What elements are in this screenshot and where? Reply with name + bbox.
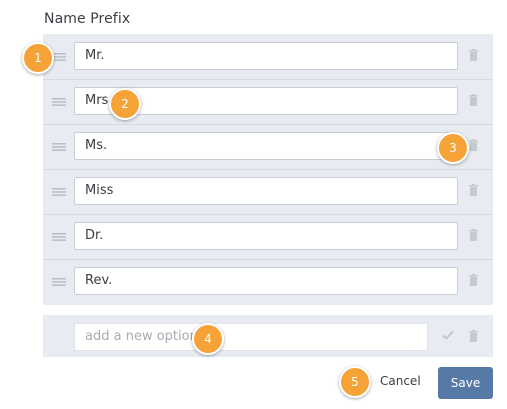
- callout-badge: 1: [22, 42, 54, 74]
- trash-icon[interactable]: [469, 139, 478, 151]
- trash-icon[interactable]: [469, 330, 478, 342]
- drag-handle-icon[interactable]: [52, 98, 66, 106]
- trash-icon[interactable]: [469, 274, 478, 286]
- option-row: Miss: [43, 169, 493, 215]
- callout-badge: 4: [192, 323, 224, 355]
- option-row: Rev.: [43, 259, 493, 304]
- option-input[interactable]: Miss: [74, 177, 458, 205]
- callout-badge: 5: [339, 366, 371, 398]
- new-option-input[interactable]: add a new option: [74, 323, 428, 351]
- option-input[interactable]: Dr.: [74, 222, 458, 250]
- option-row: Mr.: [43, 34, 493, 80]
- option-input[interactable]: Mr.: [74, 42, 458, 70]
- option-input[interactable]: Ms.: [74, 132, 458, 160]
- trash-icon[interactable]: [469, 49, 478, 61]
- new-option-row: add a new option: [43, 315, 493, 357]
- option-row: Dr.: [43, 214, 493, 260]
- drag-handle-icon[interactable]: [52, 278, 66, 286]
- drag-handle-icon[interactable]: [52, 53, 66, 61]
- save-button[interactable]: Save: [438, 367, 493, 399]
- trash-icon[interactable]: [469, 184, 478, 196]
- drag-handle-icon[interactable]: [52, 233, 66, 241]
- field-title: Name Prefix: [44, 11, 131, 27]
- callout-badge: 2: [109, 88, 141, 120]
- drag-handle-icon[interactable]: [52, 188, 66, 196]
- option-row: Ms.: [43, 124, 493, 170]
- cancel-button[interactable]: Cancel: [380, 374, 421, 388]
- option-list: Mr. Mrs. Ms. Miss Dr. Rev.: [43, 34, 493, 305]
- check-icon[interactable]: [442, 330, 454, 340]
- option-input[interactable]: Rev.: [74, 267, 458, 295]
- callout-badge: 3: [437, 132, 469, 164]
- trash-icon[interactable]: [469, 94, 478, 106]
- drag-handle-icon[interactable]: [52, 143, 66, 151]
- trash-icon[interactable]: [469, 229, 478, 241]
